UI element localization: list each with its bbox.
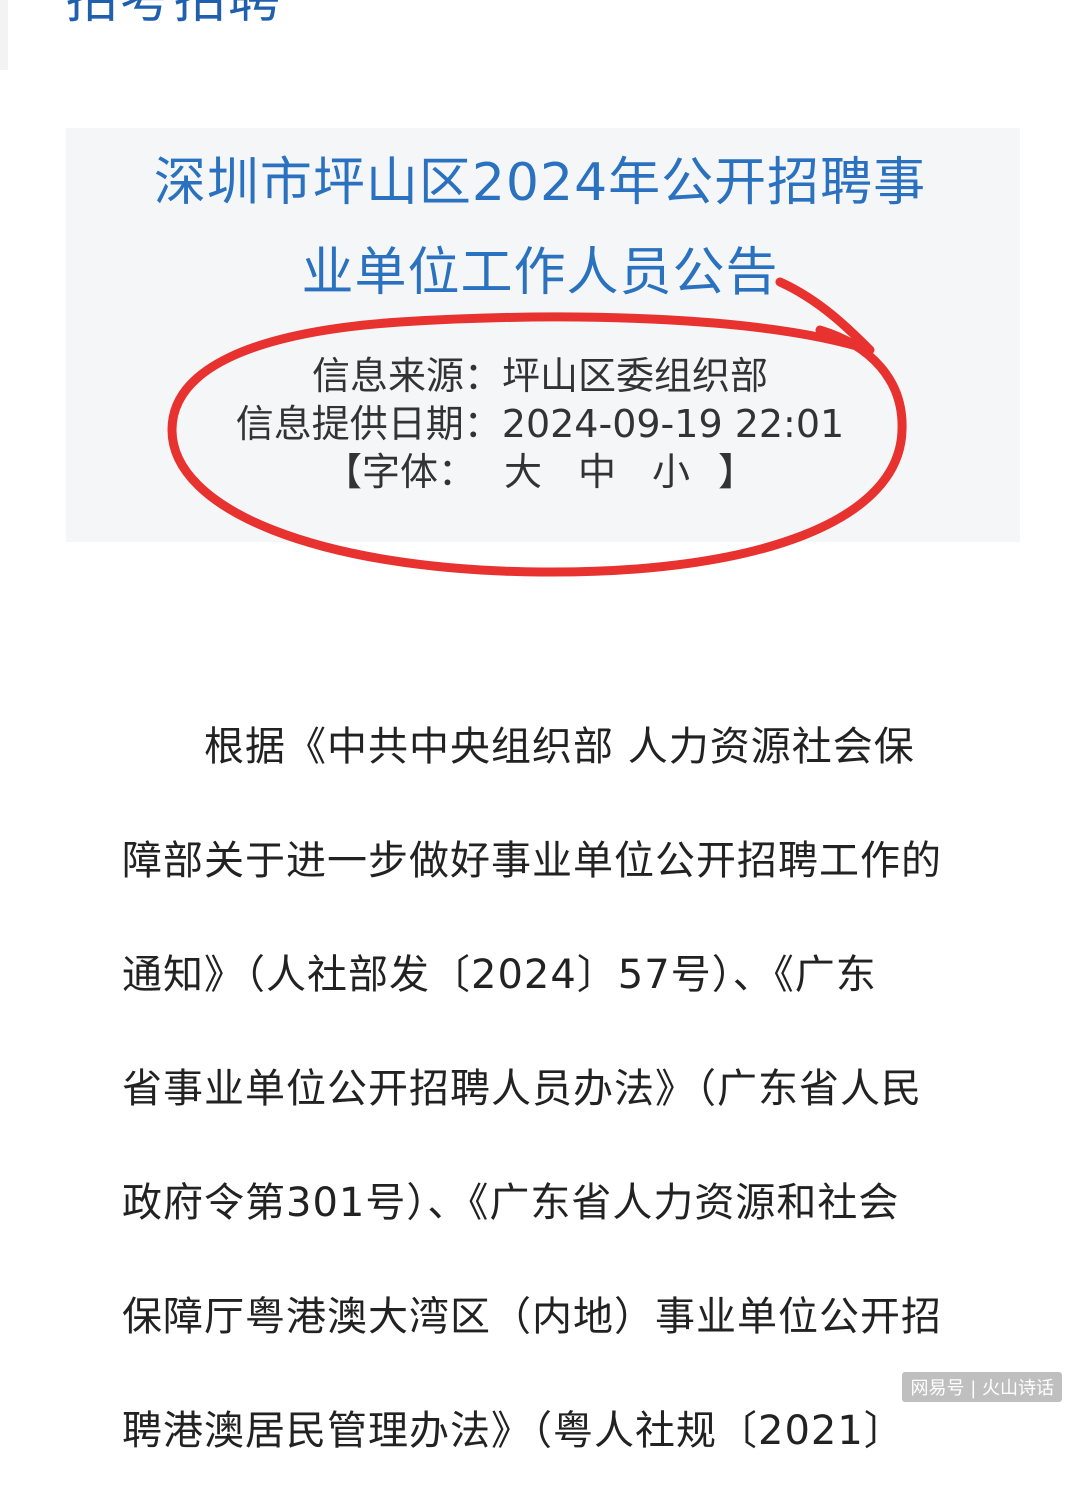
announcement-body: 根据《中共中央组织部 人力资源社会保 障部关于进一步做好事业单位公开招聘工作的 …: [122, 690, 972, 1488]
title-line-2: 业单位工作人员公告: [301, 243, 779, 303]
announcement-meta: 信息来源：坪山区委组织部 信息提供日期：2024-09-19 22:01 【字体…: [0, 352, 1080, 496]
left-edge-strip: [0, 0, 8, 70]
font-size-large-link[interactable]: 大: [504, 450, 542, 494]
section-heading: 招考招聘: [66, 0, 283, 30]
font-size-medium-link[interactable]: 中: [578, 450, 616, 494]
font-size-suffix: 】: [718, 450, 757, 494]
announcement-title: 深圳市坪山区2024年公开招聘事 业单位工作人员公告: [0, 138, 1080, 318]
body-line: 通知》（人社部发〔2024〕57号）、《广东: [122, 952, 877, 998]
info-source: 信息来源：坪山区委组织部: [311, 354, 768, 398]
font-size-small-link[interactable]: 小: [652, 450, 690, 494]
body-line: 障部关于进一步做好事业单位公开招聘工作的: [122, 838, 942, 884]
font-size-prefix: 【字体：: [323, 450, 476, 494]
body-line: 聘港澳居民管理办法》（粤人社规〔2021〕: [122, 1408, 905, 1454]
info-date: 信息提供日期：2024-09-19 22:01: [235, 402, 845, 446]
body-line: 根据《中共中央组织部 人力资源社会保: [204, 724, 915, 770]
font-size-selector: 【字体： 大中小】: [0, 448, 1080, 496]
body-line: 省事业单位公开招聘人员办法》（广东省人民: [122, 1066, 922, 1112]
title-line-1: 深圳市坪山区2024年公开招聘事: [153, 153, 927, 213]
body-line: 保障厅粤港澳大湾区（内地）事业单位公开招: [122, 1294, 942, 1340]
body-line: 政府令第301号）、《广东省人力资源和社会: [122, 1180, 900, 1226]
watermark: 网易号 | 火山诗话: [902, 1372, 1062, 1402]
